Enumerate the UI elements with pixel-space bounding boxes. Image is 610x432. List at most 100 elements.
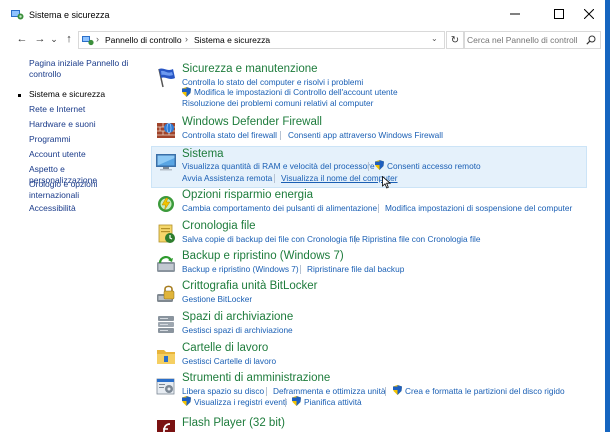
back-button[interactable]: ← xyxy=(14,31,30,47)
storage-icon xyxy=(158,316,174,333)
link-separator xyxy=(378,204,379,213)
link-manage-work-folders[interactable]: Gestisci Cartelle di lavoro xyxy=(182,356,276,366)
sidebar-item-network[interactable]: Rete e Internet xyxy=(29,104,129,115)
shield-icon xyxy=(393,385,402,395)
power-icon xyxy=(158,196,174,212)
category-flash-player: Flash Player (32 bit) xyxy=(152,415,585,432)
address-bar[interactable]: › Pannello di controllo › Sistema e sicu… xyxy=(78,31,445,49)
file-history-icon xyxy=(158,224,175,243)
search-input[interactable] xyxy=(467,33,577,46)
minimize-button[interactable] xyxy=(493,0,537,28)
mouse-cursor-icon xyxy=(382,176,391,189)
sidebar-item-accessibility[interactable]: Accessibilità xyxy=(29,203,129,214)
chevron-down-icon: ⌄ xyxy=(50,33,58,44)
control-panel-window: Sistema e sicurezza ← → ⌄ ↑ › Pannello d… xyxy=(0,0,605,432)
shield-icon xyxy=(375,160,384,170)
breadcrumb-system-security[interactable]: Sistema e sicurezza xyxy=(194,35,270,45)
category-admin-tools: Strumenti di amministrazione Libera spaz… xyxy=(152,372,585,412)
category-title[interactable]: Spazi di archiviazione xyxy=(182,311,293,323)
link-event-logs[interactable]: Visualizza i registri eventi xyxy=(194,397,287,407)
link-backup-restore-win7[interactable]: Backup e ripristino (Windows 7) xyxy=(182,264,299,274)
link-sleep-settings[interactable]: Modifica impostazioni di sospensione del… xyxy=(385,203,572,213)
back-arrow-icon: ← xyxy=(16,33,28,45)
navigation-bar: ← → ⌄ ↑ › Pannello di controllo › Sistem… xyxy=(0,28,605,50)
system-icon xyxy=(156,154,176,171)
link-separator xyxy=(280,131,281,140)
category-file-history: Cronologia file Salva copie di backup de… xyxy=(152,220,585,248)
shield-icon xyxy=(182,87,191,97)
sidebar-item-programs[interactable]: Programmi xyxy=(29,134,129,145)
folder-icon xyxy=(157,350,175,364)
sidebar-item-user-accounts[interactable]: Account utente xyxy=(29,149,129,160)
minimize-icon xyxy=(510,13,520,15)
sidebar-item-system-security: Sistema e sicurezza xyxy=(29,89,106,99)
breadcrumb-control-panel[interactable]: Pannello di controllo xyxy=(105,35,182,45)
category-title[interactable]: Strumenti di amministrazione xyxy=(182,372,330,384)
category-title[interactable]: Cronologia file xyxy=(182,220,256,232)
link-task-scheduler[interactable]: Pianifica attività xyxy=(304,397,362,407)
category-backup-restore: Backup e ripristino (Windows 7) Backup e… xyxy=(152,250,585,278)
category-storage-spaces: Spazi di archiviazione Gestisci spazi di… xyxy=(152,311,585,339)
forward-arrow-icon: → xyxy=(34,33,46,45)
sidebar-item-hardware[interactable]: Hardware e suoni xyxy=(29,119,129,130)
shield-icon xyxy=(292,396,301,406)
link-manage-storage-spaces[interactable]: Gestisci spazi di archiviazione xyxy=(182,325,293,335)
category-title[interactable]: Windows Defender Firewall xyxy=(182,116,322,128)
breadcrumb-separator-icon[interactable]: › xyxy=(265,34,268,44)
category-power-options: Opzioni risparmio energia Cambia comport… xyxy=(152,189,585,217)
category-title[interactable]: Crittografia unità BitLocker xyxy=(182,280,318,292)
refresh-button[interactable]: ↻ xyxy=(446,31,464,49)
flash-icon xyxy=(157,420,175,432)
bitlocker-icon xyxy=(157,285,175,302)
maximize-icon xyxy=(554,9,564,19)
link-separator xyxy=(285,398,286,407)
link-disk-partitions[interactable]: Crea e formatta le partizioni del disco … xyxy=(405,386,565,396)
category-system: Sistema Visualizza quantità di RAM e vel… xyxy=(152,148,585,189)
category-title[interactable]: Sicurezza e manutenzione xyxy=(182,63,318,75)
category-title[interactable]: Opzioni risparmio energia xyxy=(182,189,313,201)
shield-icon xyxy=(182,396,191,406)
link-power-buttons[interactable]: Cambia comportamento dei pulsanti di ali… xyxy=(182,203,377,213)
sidebar-item-home[interactable]: Pagina iniziale Pannello di controllo xyxy=(29,58,129,80)
search-box[interactable] xyxy=(464,31,601,49)
category-title[interactable]: Backup e ripristino (Windows 7) xyxy=(182,250,344,262)
link-check-status[interactable]: Controlla lo stato del computer e risolv… xyxy=(182,77,363,87)
link-backup-file-history[interactable]: Salva copie di backup dei file con Crono… xyxy=(182,234,360,244)
control-panel-icon xyxy=(11,10,24,20)
breadcrumb-separator-icon[interactable]: › xyxy=(185,34,188,44)
category-title[interactable]: Cartelle di lavoro xyxy=(182,342,268,354)
flag-icon xyxy=(158,68,175,88)
link-computer-name[interactable]: Visualizza il nome del computer xyxy=(281,173,398,183)
close-button[interactable] xyxy=(572,0,605,28)
up-button[interactable]: ↑ xyxy=(61,31,77,47)
link-remote-assistance[interactable]: Avvia Assistenza remota xyxy=(182,173,272,183)
recent-locations-button[interactable]: ⌄ xyxy=(48,31,60,47)
admin-tools-icon xyxy=(156,378,175,395)
link-disk-cleanup[interactable]: Libera spazio su disco xyxy=(182,386,264,396)
link-firewall-status[interactable]: Controlla stato del firewall xyxy=(182,130,277,140)
link-allow-app-firewall[interactable]: Consenti app attraverso Windows Firewall xyxy=(288,130,443,140)
breadcrumb-separator-icon[interactable]: › xyxy=(96,34,99,44)
link-troubleshoot[interactable]: Risoluzione dei problemi comuni relativi… xyxy=(182,98,373,108)
sidebar-item-clock-region[interactable]: Orologio e opzioni internazionali xyxy=(29,179,124,201)
title-bar: Sistema e sicurezza xyxy=(0,0,605,28)
link-separator xyxy=(355,235,356,244)
category-work-folders: Cartelle di lavoro Gestisci Cartelle di … xyxy=(152,342,585,370)
link-ram-cpu[interactable]: Visualizza quantità di RAM e velocità de… xyxy=(182,161,375,171)
refresh-icon: ↻ xyxy=(450,34,460,46)
category-title[interactable]: Flash Player (32 bit) xyxy=(182,417,285,429)
link-defragment[interactable]: Deframmenta e ottimizza unità xyxy=(273,386,386,396)
link-allow-remote-access[interactable]: Consenti accesso remoto xyxy=(387,161,481,171)
link-separator xyxy=(385,387,386,396)
forward-button[interactable]: → xyxy=(32,31,48,47)
link-manage-bitlocker[interactable]: Gestione BitLocker xyxy=(182,294,252,304)
address-dropdown-chevron-icon[interactable]: ⌄ xyxy=(431,34,438,43)
link-restore-from-backup[interactable]: Ripristinare file dal backup xyxy=(307,264,404,274)
category-firewall: Windows Defender Firewall Controlla stat… xyxy=(152,116,585,144)
category-title[interactable]: Sistema xyxy=(182,148,224,160)
control-panel-icon xyxy=(82,36,94,46)
link-uac-settings[interactable]: Modifica le impostazioni di Controllo de… xyxy=(194,87,398,97)
close-icon xyxy=(583,9,594,19)
search-icon xyxy=(586,35,596,45)
link-restore-file-history[interactable]: Ripristina file con Cronologia file xyxy=(362,234,481,244)
